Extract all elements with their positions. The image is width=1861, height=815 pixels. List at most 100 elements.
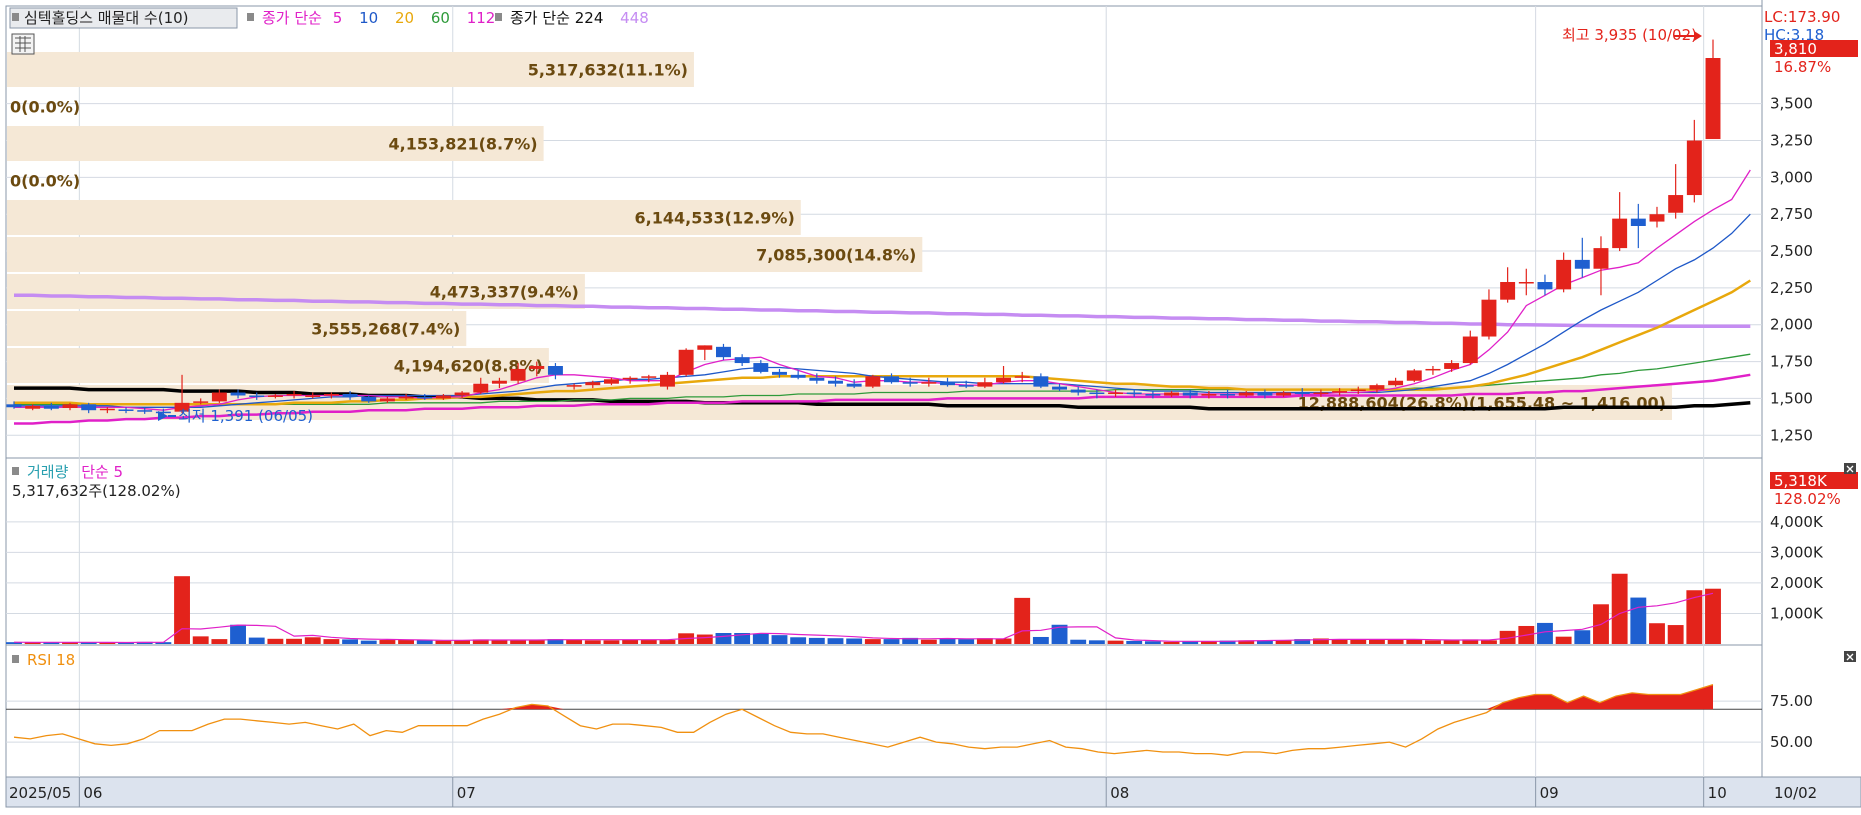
volume-bar[interactable] xyxy=(1705,588,1721,644)
candle-up[interactable] xyxy=(454,392,470,396)
candle-up[interactable] xyxy=(1612,218,1628,249)
candle-down[interactable] xyxy=(753,363,769,372)
candle-up[interactable] xyxy=(641,376,657,378)
volume-bar[interactable] xyxy=(622,639,639,644)
candle-up[interactable] xyxy=(1406,370,1422,381)
candle-up[interactable] xyxy=(1014,376,1030,378)
candle-down[interactable] xyxy=(1220,394,1236,396)
volume-bar[interactable] xyxy=(1443,640,1460,644)
candle-up[interactable] xyxy=(1686,140,1702,196)
candle-up[interactable] xyxy=(25,405,41,409)
candle-up[interactable] xyxy=(1481,299,1497,337)
candle-up[interactable] xyxy=(510,368,526,381)
candle-up[interactable] xyxy=(305,395,321,397)
candle-up[interactable] xyxy=(977,382,993,387)
candle-up[interactable] xyxy=(1313,392,1329,395)
candle-up[interactable] xyxy=(267,395,283,397)
volume-bar[interactable] xyxy=(1107,640,1124,644)
volume-bar[interactable] xyxy=(1406,639,1423,644)
volume-bar[interactable] xyxy=(323,639,340,644)
volume-bar[interactable] xyxy=(230,624,246,644)
candle-up[interactable] xyxy=(603,379,619,384)
candle-down[interactable] xyxy=(1126,392,1142,395)
candle-up[interactable] xyxy=(622,377,638,380)
volume-bar[interactable] xyxy=(416,640,433,644)
volume-bar[interactable] xyxy=(958,639,975,644)
candle-down[interactable] xyxy=(828,380,843,384)
candle-down[interactable] xyxy=(6,404,22,408)
volume-bar[interactable] xyxy=(174,576,190,644)
candle-down[interactable] xyxy=(342,394,358,397)
volume-bar[interactable] xyxy=(1667,625,1684,644)
volume-bar[interactable] xyxy=(1481,640,1497,644)
legend-ma-group1[interactable]: 종가 단순 5 10 20 60 112 xyxy=(262,9,495,27)
candle-down[interactable] xyxy=(43,405,59,409)
candle-up[interactable] xyxy=(1444,363,1460,369)
volume-bar[interactable] xyxy=(846,638,863,644)
volume-bar[interactable] xyxy=(1368,639,1385,644)
candle-up[interactable] xyxy=(286,394,302,396)
volume-bar[interactable] xyxy=(827,638,844,644)
candle-up[interactable] xyxy=(473,383,489,393)
candle-down[interactable] xyxy=(249,395,265,397)
candle-up[interactable] xyxy=(1500,282,1516,300)
volume-bar[interactable] xyxy=(1088,640,1105,644)
candle-down[interactable] xyxy=(1089,392,1105,395)
candle-down[interactable] xyxy=(884,376,899,383)
candle-up[interactable] xyxy=(678,349,694,375)
candle-down[interactable] xyxy=(716,346,731,358)
candle-up[interactable] xyxy=(659,374,675,387)
volume-bar[interactable] xyxy=(566,639,583,644)
volume-bar[interactable] xyxy=(435,640,452,644)
volume-bar[interactable] xyxy=(640,640,657,644)
rsi-label[interactable]: RSI 18 xyxy=(27,651,75,669)
candle-down[interactable] xyxy=(1070,389,1086,393)
candle-down[interactable] xyxy=(1033,376,1049,387)
candle-up[interactable] xyxy=(1593,248,1609,269)
candle-down[interactable] xyxy=(958,385,974,387)
volume-bar[interactable] xyxy=(584,640,601,644)
volume-bar[interactable] xyxy=(1686,590,1703,644)
volume-bar[interactable] xyxy=(1256,640,1273,644)
volume-bar[interactable] xyxy=(1014,597,1031,644)
candle-down[interactable] xyxy=(1294,392,1310,395)
candle-down[interactable] xyxy=(230,392,246,396)
candle-down[interactable] xyxy=(809,377,825,381)
candle-down[interactable] xyxy=(547,366,563,375)
candle-down[interactable] xyxy=(790,374,806,378)
candle-up[interactable] xyxy=(996,377,1011,383)
candle-down[interactable] xyxy=(1182,392,1198,396)
candle-up[interactable] xyxy=(379,398,395,402)
candle-up[interactable] xyxy=(1668,195,1684,213)
candle-up[interactable] xyxy=(1518,282,1534,284)
volume-bar[interactable] xyxy=(790,637,807,644)
candle-down[interactable] xyxy=(1052,386,1068,390)
candle-up[interactable] xyxy=(211,392,227,402)
candle-up[interactable] xyxy=(435,395,451,399)
candle-down[interactable] xyxy=(81,404,97,411)
candle-down[interactable] xyxy=(772,371,787,375)
volume-bar[interactable] xyxy=(286,638,302,644)
volume-bar[interactable] xyxy=(1611,573,1628,644)
candle-down[interactable] xyxy=(940,382,955,386)
volume-bars[interactable] xyxy=(6,573,1721,644)
volume-bar[interactable] xyxy=(883,639,900,644)
candle-down[interactable] xyxy=(1574,259,1590,269)
candle-up[interactable] xyxy=(99,408,115,411)
volume-bar[interactable] xyxy=(1126,640,1143,644)
candle-down[interactable] xyxy=(1630,218,1646,226)
candle-up[interactable] xyxy=(491,380,507,384)
candle-up[interactable] xyxy=(1388,380,1404,386)
candle-down[interactable] xyxy=(902,382,918,384)
candle-up[interactable] xyxy=(1649,214,1665,222)
legend-ma-group2[interactable]: 종가 단순 224 448 xyxy=(510,9,649,27)
volume-bar[interactable] xyxy=(1331,639,1348,644)
candle-down[interactable] xyxy=(1145,394,1161,396)
candle-up[interactable] xyxy=(323,394,339,396)
volume-bar[interactable] xyxy=(360,640,377,644)
candle-up[interactable] xyxy=(921,382,937,384)
candle-up[interactable] xyxy=(398,396,414,399)
volume-bar[interactable] xyxy=(715,633,732,644)
candle-up[interactable] xyxy=(1425,368,1441,371)
candle-down[interactable] xyxy=(137,410,153,412)
